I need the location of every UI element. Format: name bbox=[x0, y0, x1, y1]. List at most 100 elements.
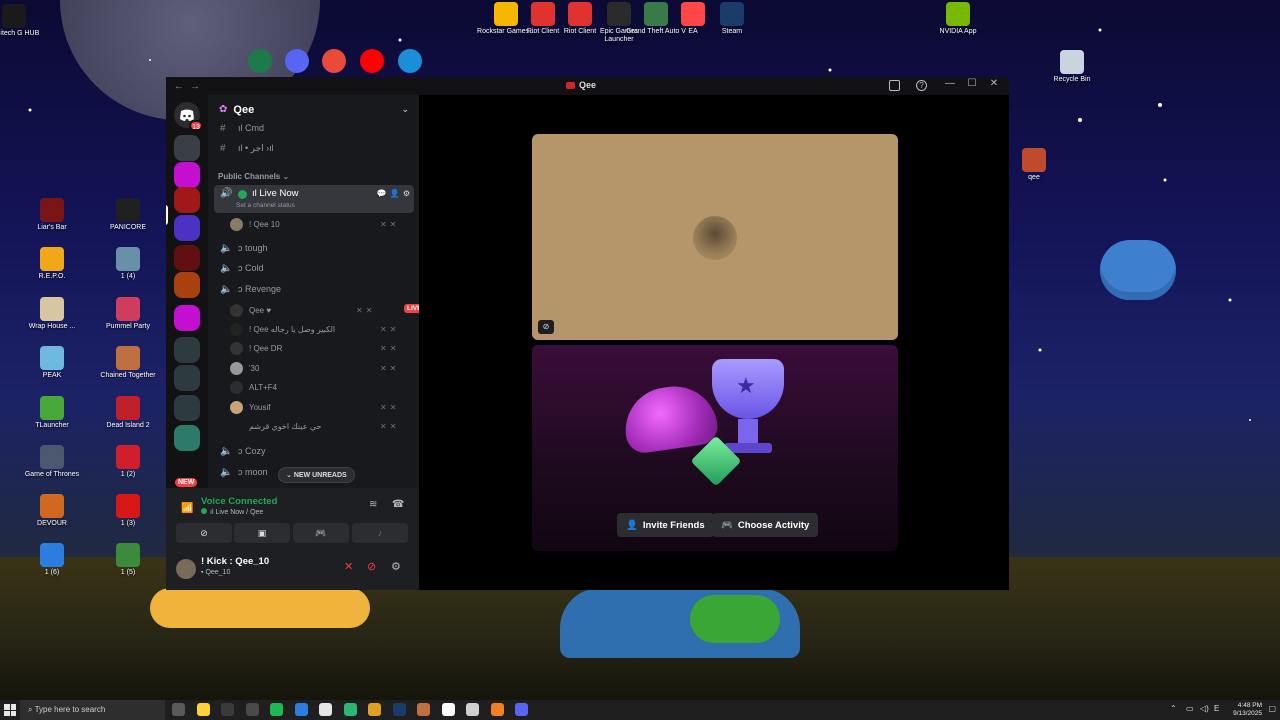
server-icon[interactable] bbox=[174, 305, 200, 331]
desktop-shortcut-icon[interactable] bbox=[360, 49, 384, 75]
category-public-channels[interactable]: Public Channels ⌄ bbox=[218, 172, 289, 181]
server-icon[interactable] bbox=[174, 162, 200, 188]
maximize-button[interactable]: ☐ bbox=[961, 78, 983, 89]
desktop-icon[interactable]: 1 (3) bbox=[96, 494, 160, 528]
clock[interactable]: 4:48 PM 9/13/2025 bbox=[1233, 702, 1262, 718]
voice-user[interactable]: ! Qee DR ✕✕ bbox=[230, 339, 396, 357]
taskbar-search[interactable]: ⌕ Type here to search bbox=[20, 700, 165, 720]
settings-gear-icon[interactable]: ⚙ bbox=[391, 560, 401, 573]
desktop-icon[interactable]: Recycle Bin bbox=[1040, 50, 1104, 84]
server-icon[interactable] bbox=[174, 425, 200, 451]
inbox-icon[interactable] bbox=[889, 80, 900, 91]
voice-user[interactable]: ALT+F4 bbox=[230, 378, 277, 396]
chevron-down-icon[interactable]: ⌄ bbox=[401, 104, 409, 115]
invite-friends-button[interactable]: 👤 Invite Friends bbox=[617, 513, 714, 537]
server-icon[interactable] bbox=[174, 337, 200, 363]
desktop-icon[interactable]: PEAK bbox=[20, 346, 84, 380]
mic-muted-icon[interactable]: ✕ bbox=[344, 560, 353, 573]
screen-share-button[interactable]: ▣ bbox=[234, 523, 290, 543]
channel-cold[interactable]: 🔈 ↄ Cold bbox=[214, 258, 414, 278]
signal-icon[interactable]: 📶 bbox=[181, 503, 193, 514]
avatar[interactable] bbox=[176, 559, 196, 579]
minimize-button[interactable]: — bbox=[939, 78, 961, 89]
channel-revenge[interactable]: 🔈 ↄ Revenge bbox=[214, 279, 414, 299]
voice-user[interactable]: Yousif ✕✕ bbox=[230, 398, 396, 416]
noise-suppression-icon[interactable]: ≋ bbox=[369, 499, 377, 510]
participant-tile[interactable]: ⊘ bbox=[532, 134, 898, 340]
desktop-icon[interactable]: 1 (4) bbox=[96, 247, 160, 281]
channel-cmd[interactable]: # ıl Cmd bbox=[214, 118, 414, 138]
channel-tough[interactable]: 🔈 ↄ tough bbox=[214, 238, 414, 258]
taskbar-app-icon[interactable] bbox=[245, 703, 259, 716]
desktop-icon[interactable]: TLauncher bbox=[20, 396, 84, 430]
new-unreads-button[interactable]: ⌄ NEW UNREADS bbox=[278, 467, 355, 483]
desktop-icon[interactable]: Liar's Bar bbox=[20, 198, 84, 232]
voice-user[interactable]: ! Qee 10 ✕✕ bbox=[230, 215, 396, 233]
taskbar-app-icon[interactable] bbox=[294, 703, 308, 716]
taskbar-app-icon[interactable] bbox=[441, 703, 455, 716]
taskbar-app-icon[interactable] bbox=[196, 703, 210, 716]
server-icon[interactable] bbox=[174, 215, 200, 241]
server-icon[interactable] bbox=[174, 272, 200, 298]
server-icon[interactable] bbox=[174, 365, 200, 391]
channel-ajr[interactable]: # ıl • اجر ›ıl bbox=[214, 138, 414, 158]
gear-icon[interactable]: ⚙ bbox=[403, 189, 410, 198]
camera-off-button[interactable]: ⊘ bbox=[176, 523, 232, 543]
choose-activity-button[interactable]: 🎮 Choose Activity bbox=[712, 513, 819, 537]
new-badge[interactable]: NEW bbox=[175, 478, 198, 487]
voice-user[interactable]: Qee ♥ ✕✕ LIVE bbox=[230, 301, 419, 319]
network-icon[interactable]: ▭ bbox=[1186, 704, 1194, 713]
language-icon[interactable]: E bbox=[1214, 704, 1219, 713]
disconnect-icon[interactable]: ☎ bbox=[392, 499, 404, 510]
taskbar-app-icon[interactable] bbox=[466, 703, 479, 716]
invite-icon[interactable]: 👤 bbox=[390, 189, 400, 198]
desktop-shortcut-icon[interactable] bbox=[285, 49, 309, 75]
nav-buttons[interactable]: ←→ bbox=[166, 81, 206, 92]
server-icon[interactable] bbox=[174, 395, 200, 421]
help-icon[interactable]: ? bbox=[916, 80, 927, 91]
voice-user[interactable]: '30 ✕✕ bbox=[230, 359, 396, 377]
channel-status[interactable]: Set a channel status bbox=[236, 202, 295, 209]
tray-chevron-icon[interactable]: ⌃ bbox=[1170, 704, 1177, 713]
desktop-icon[interactable]: Chained Together bbox=[96, 346, 160, 380]
taskbar-app-icon[interactable] bbox=[515, 703, 528, 716]
activity-button[interactable]: 🎮 bbox=[293, 523, 349, 543]
user-name[interactable]: ! Kick : Qee_10 bbox=[201, 556, 269, 567]
taskbar-app-icon[interactable] bbox=[417, 703, 430, 716]
desktop-icon[interactable]: 1 (2) bbox=[96, 445, 160, 479]
desktop-icon[interactable]: Logitech G HUB bbox=[0, 4, 46, 38]
desktop-icon[interactable]: NVIDIA App bbox=[926, 2, 990, 36]
desktop-icon[interactable]: 1 (6) bbox=[20, 543, 84, 577]
taskbar-app-icon[interactable] bbox=[319, 703, 332, 716]
deafen-icon[interactable]: ⊘ bbox=[367, 560, 376, 573]
start-button[interactable] bbox=[4, 704, 16, 716]
voice-channel[interactable]: ıl Live Now / Qee bbox=[201, 508, 263, 516]
taskbar-app-icon[interactable] bbox=[368, 703, 381, 716]
server-icon[interactable] bbox=[174, 245, 200, 271]
voice-user[interactable]: حي عينك اخوي قرشم ✕✕ bbox=[230, 417, 396, 435]
desktop-shortcut-icon[interactable] bbox=[398, 49, 422, 75]
desktop-shortcut-icon[interactable] bbox=[322, 49, 346, 75]
channel-live-now[interactable]: 🔊 ıl Live Now Set a channel status 💬 👤 ⚙ bbox=[214, 185, 414, 213]
desktop-icon[interactable]: Game of Thrones bbox=[20, 445, 84, 479]
notification-icon[interactable]: ▢ bbox=[1268, 704, 1276, 713]
chat-icon[interactable]: 💬 bbox=[377, 189, 387, 198]
desktop-icon[interactable]: Dead Island 2 bbox=[96, 396, 160, 430]
server-icon[interactable] bbox=[174, 187, 200, 213]
desktop-icon[interactable]: PANICORE bbox=[96, 198, 160, 232]
volume-icon[interactable]: ◁) bbox=[1200, 704, 1209, 713]
desktop-icon[interactable]: Steam bbox=[700, 2, 764, 36]
back-icon[interactable]: ← bbox=[174, 81, 190, 92]
desktop-icon[interactable]: Wrap House ... bbox=[20, 297, 84, 331]
desktop-icon[interactable]: qee bbox=[1002, 148, 1066, 182]
desktop-icon[interactable]: R.E.P.O. bbox=[20, 247, 84, 281]
desktop-icon[interactable]: 1 (5) bbox=[96, 543, 160, 577]
desktop-shortcut-icon[interactable] bbox=[248, 49, 272, 75]
desktop-icon[interactable]: DEVOUR bbox=[20, 494, 84, 528]
desktop-icon[interactable]: Pummel Party bbox=[96, 297, 160, 331]
dm-button[interactable]: 13 bbox=[174, 102, 203, 131]
channel-cozy[interactable]: 🔈 ↄ Cozy bbox=[214, 441, 414, 461]
server-icon[interactable] bbox=[174, 135, 200, 161]
taskbar-app-icon[interactable] bbox=[392, 703, 406, 716]
taskbar-app-icon[interactable] bbox=[270, 703, 283, 716]
